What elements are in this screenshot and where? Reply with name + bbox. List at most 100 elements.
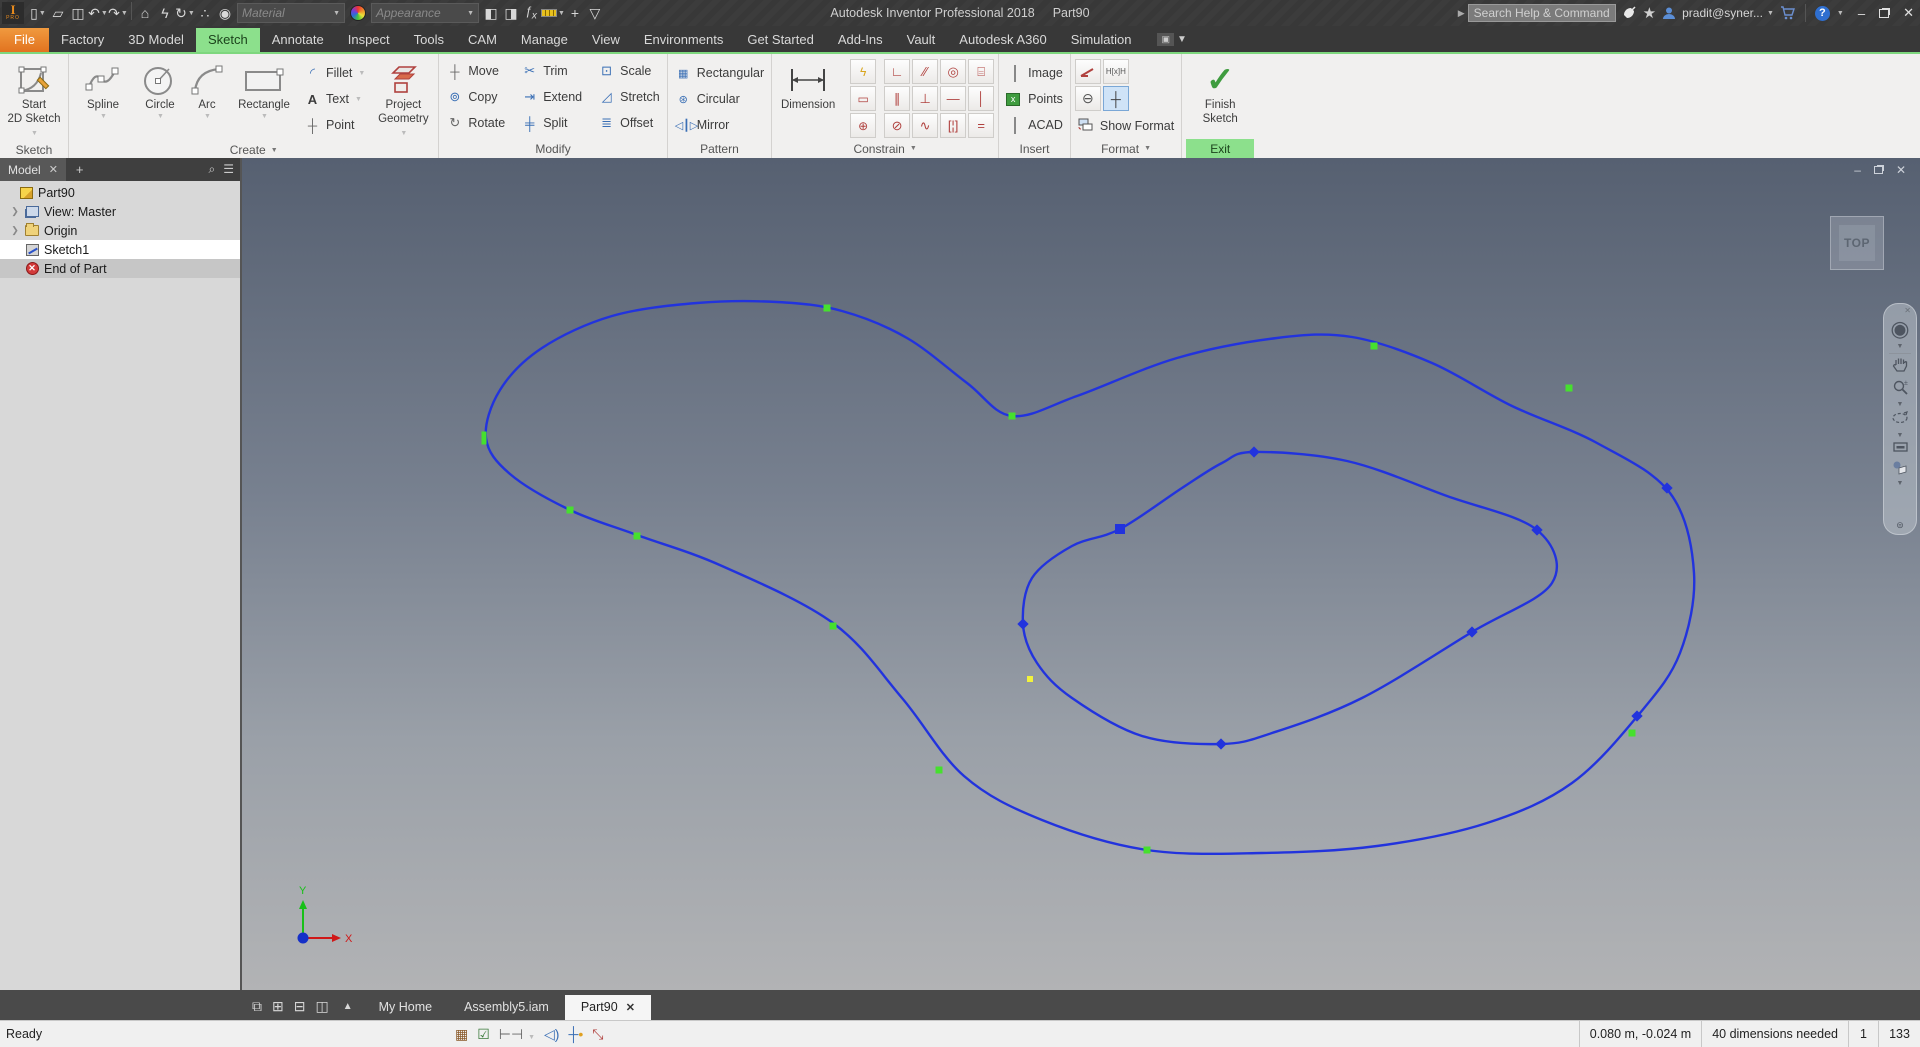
sweep-icon[interactable]: ϟ — [155, 2, 175, 24]
horizontal-constraint-button[interactable]: — — [940, 86, 966, 111]
viewcube-top-face[interactable]: TOP — [1839, 225, 1875, 261]
redo-icon[interactable]: ↷ ▼ — [108, 2, 128, 24]
doc-tab-close-icon[interactable]: ✕ — [626, 1001, 635, 1014]
driven-dimension-icon[interactable]: H[x]H — [1103, 59, 1129, 84]
doc-restore-icon[interactable] — [1874, 166, 1883, 174]
scale-button[interactable]: ⊡Scale — [595, 58, 663, 84]
stretch-button[interactable]: ◿Stretch — [595, 84, 663, 110]
update-icon[interactable]: ↻ ▼ — [175, 2, 195, 24]
split-button[interactable]: ╪Split — [518, 110, 585, 136]
points-button[interactable]: xPoints — [1003, 86, 1066, 112]
select-dots-icon[interactable]: ∴ — [195, 2, 215, 24]
tab-view[interactable]: View — [580, 28, 632, 52]
minimize-button[interactable]: – — [1858, 6, 1865, 21]
tree-item-part90[interactable]: Part90 — [0, 183, 240, 202]
trim-button[interactable]: ✂Trim — [518, 58, 585, 84]
show-constraints-button[interactable]: ▭ — [850, 86, 876, 111]
ribbon-display-icon[interactable]: ▣ — [1157, 33, 1174, 46]
mirror-pattern-button[interactable]: ◁┃▷Mirror — [672, 112, 767, 138]
circular-pattern-button[interactable]: ⊛Circular — [672, 86, 767, 112]
navigation-wheel-icon[interactable]: ◉ — [1890, 315, 1909, 343]
sketch-point-green[interactable] — [830, 623, 837, 630]
browser-tab-model[interactable]: Model✕ — [0, 158, 66, 181]
search-input[interactable] — [1468, 4, 1616, 22]
move-button[interactable]: ┼Move — [443, 58, 508, 84]
coincident-constraint-button[interactable]: ∟ — [884, 59, 910, 84]
construction-line-icon[interactable] — [1075, 59, 1101, 84]
sketch-point-green[interactable] — [1371, 343, 1378, 350]
panel-expand-icon[interactable]: ▶ — [1458, 8, 1465, 19]
copy-button[interactable]: ⊚Copy — [443, 84, 508, 110]
sketch-point-yellow[interactable] — [1027, 676, 1033, 682]
zoom-icon[interactable]: ± — [1892, 379, 1909, 402]
tab-get-started[interactable]: Get Started — [735, 28, 825, 52]
sketch-point-green[interactable] — [1566, 385, 1573, 392]
view-face-caret-icon[interactable]: ▼ — [1897, 480, 1904, 488]
tree-item-origin[interactable]: ❯Origin — [0, 221, 240, 240]
dimension-display-icon[interactable]: ⊢⊣ ▼ — [499, 1026, 535, 1043]
degrees-of-freedom-icon[interactable]: ◁) — [544, 1026, 559, 1043]
help-caret-icon[interactable]: ▼ — [1837, 10, 1844, 17]
navbar-close-icon[interactable]: ✕ — [1904, 306, 1911, 315]
dimension-button[interactable]: Dimension — [776, 58, 840, 116]
ribbon-collapse-icon[interactable]: ▼ — [1177, 34, 1187, 45]
symmetric-constraint-button[interactable]: [¦] — [940, 113, 966, 138]
new-file-icon[interactable]: ▯ ▼ — [28, 2, 48, 24]
browser-add-tab[interactable]: + — [66, 162, 94, 177]
spline-handle-diamond[interactable] — [1248, 446, 1259, 457]
outer-spline[interactable] — [486, 301, 1695, 854]
canvas[interactable]: XY – ✕ TOP ✕ ◉ ▼ ± ▼ ▼ ▼ ⊜ — [242, 158, 1920, 990]
spline-handle-diamond[interactable] — [1017, 618, 1028, 629]
filter-icon[interactable]: ▽ — [585, 2, 605, 24]
equal-constraint-button[interactable]: = — [968, 113, 994, 138]
extend-button[interactable]: ⇥Extend — [518, 84, 585, 110]
inner-spline[interactable] — [1023, 452, 1557, 744]
expand-arrow-icon[interactable]: ❯ — [10, 225, 20, 236]
snap-toggle-icon[interactable]: ▦ — [455, 1026, 468, 1043]
acad-button[interactable]: ACAD — [1003, 112, 1066, 138]
doc-tab-part90[interactable]: Part90✕ — [565, 995, 651, 1020]
perpendicular-constraint-button[interactable]: ⊥ — [912, 86, 938, 111]
close-button[interactable]: ✕ — [1903, 5, 1914, 21]
measure-icon[interactable]: ▼ — [541, 2, 565, 24]
tab-environments[interactable]: Environments — [632, 28, 735, 52]
browser-menu-icon[interactable]: ☰ — [223, 162, 234, 177]
show-format-button[interactable]: Show Format — [1075, 113, 1177, 139]
tree-item-sketch1[interactable]: Sketch1 — [0, 240, 240, 259]
help-icon[interactable]: ? — [1815, 6, 1830, 21]
circle-button[interactable]: Circle▼ — [137, 58, 183, 124]
collapse-tabs-icon[interactable]: ▲ — [343, 1001, 353, 1012]
point-button[interactable]: ┼Point — [301, 112, 368, 138]
text-button[interactable]: AText▼ — [301, 86, 368, 112]
tab-cam[interactable]: CAM — [456, 28, 509, 52]
expand-arrow-icon[interactable]: ❯ — [10, 206, 20, 217]
home-icon[interactable]: ⌂ — [135, 2, 155, 24]
centerline-icon[interactable]: ⊖ — [1075, 86, 1101, 111]
tab-simulation[interactable]: Simulation — [1059, 28, 1144, 52]
start-2d-sketch-button[interactable]: Start 2D Sketch ▼ — [4, 58, 64, 143]
navigation-wheel-caret-icon[interactable]: ▼ — [1897, 343, 1904, 351]
sketch-point-green[interactable] — [567, 507, 574, 514]
project-geometry-button[interactable]: Project Geometry ▼ — [372, 58, 434, 143]
user-avatar-icon[interactable] — [1662, 6, 1676, 20]
spline-handle-diamond[interactable] — [1215, 738, 1226, 749]
doc-tab-my-home[interactable]: My Home — [363, 995, 448, 1020]
relax-mode-icon[interactable]: ⤡ — [592, 1026, 603, 1043]
tree-item-end-of-part[interactable]: ✕End of Part — [0, 259, 240, 278]
tab-sketch[interactable]: Sketch — [196, 28, 260, 52]
constraint-settings-button[interactable]: ⊕ — [850, 113, 876, 138]
viewcube[interactable]: TOP — [1830, 216, 1884, 270]
tree-item-view-master[interactable]: ❯View: Master — [0, 202, 240, 221]
navbar-menu-icon[interactable]: ⊜ — [1896, 520, 1904, 531]
drag-mode-icon[interactable]: ┼• — [568, 1026, 583, 1042]
fx-icon[interactable]: ƒx — [521, 2, 541, 24]
tab-factory[interactable]: Factory — [49, 28, 116, 52]
tab-annotate[interactable]: Annotate — [260, 28, 336, 52]
spline-button[interactable]: Spline▼ — [73, 58, 133, 124]
sketch-point-green[interactable] — [1144, 847, 1151, 854]
sketch-point-green[interactable] — [936, 767, 943, 774]
inventor-logo-icon[interactable]: IPRO — [2, 2, 24, 24]
tab-3d-model[interactable]: 3D Model — [116, 28, 196, 52]
tile-windows-icon[interactable]: ⊞ — [272, 998, 284, 1015]
collinear-constraint-button[interactable]: ∕∕ — [912, 59, 938, 84]
